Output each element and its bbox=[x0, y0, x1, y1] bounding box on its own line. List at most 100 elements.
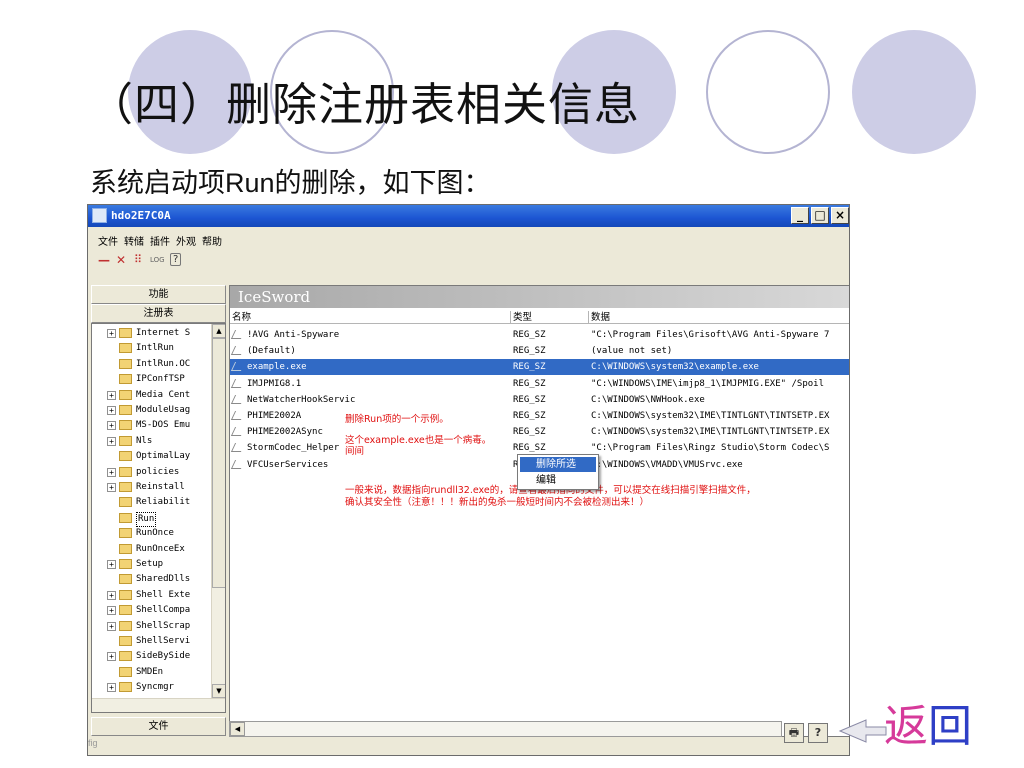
close-button[interactable]: × bbox=[831, 207, 849, 224]
expand-toggle-icon[interactable]: + bbox=[107, 483, 116, 492]
log-icon[interactable]: LOG bbox=[150, 256, 165, 264]
scroll-left-icon[interactable]: ◀ bbox=[230, 722, 245, 736]
tree-item[interactable]: SMDEn bbox=[92, 666, 212, 679]
menu-appearance[interactable]: 外观 bbox=[176, 233, 196, 248]
tree-item-label: Internet S bbox=[136, 328, 191, 338]
value-name: !AVG Anti-Spyware bbox=[247, 330, 340, 340]
annotation-virus-line2: 间间 bbox=[345, 446, 365, 457]
tree-item[interactable]: + ShellCompa bbox=[92, 604, 212, 617]
scroll-thumb[interactable] bbox=[212, 338, 225, 588]
minimize-button[interactable]: _ bbox=[791, 207, 809, 224]
tree-item[interactable]: + Nls bbox=[92, 435, 212, 448]
expand-toggle-icon[interactable]: + bbox=[107, 467, 116, 477]
minus-icon[interactable]: — bbox=[98, 253, 110, 267]
expand-toggle-icon[interactable]: + bbox=[107, 421, 116, 431]
registry-value-row[interactable]: IMJPMIG8.1 REG_SZ "C:\WINDOWS\IME\imjp8_1\… bbox=[230, 376, 849, 392]
folder-icon bbox=[119, 528, 132, 539]
registry-value-row[interactable]: PHIME2002ASync REG_SZ C:\WINDOWS\system32\… bbox=[230, 424, 849, 440]
window-titlebar[interactable]: hdo2E7C0A _ □ × bbox=[88, 205, 849, 227]
scroll-down-icon[interactable]: ▼ bbox=[212, 684, 225, 698]
column-type-header[interactable]: 类型 bbox=[511, 311, 589, 324]
tree-item[interactable]: Run bbox=[92, 511, 212, 527]
grid-icon[interactable]: ⠿ bbox=[134, 253, 142, 266]
tree-item[interactable]: OptimalLay bbox=[92, 450, 212, 463]
reg-value-icon bbox=[230, 394, 246, 404]
decor-circle-5 bbox=[852, 30, 976, 154]
menu-help[interactable]: 帮助 bbox=[202, 233, 222, 248]
value-name: NetWatcherHookServic bbox=[247, 394, 356, 405]
context-edit[interactable]: 编辑 bbox=[520, 473, 596, 488]
registry-button[interactable]: 注册表 bbox=[91, 304, 226, 323]
value-data: C:\WINDOWS\system32\IME\TINTLGNT\TINTSET… bbox=[591, 411, 830, 421]
status-help-icon[interactable]: ? bbox=[808, 723, 828, 743]
tree-item[interactable]: RunOnceEx bbox=[92, 543, 212, 556]
registry-value-row[interactable]: PHIME2002A REG_SZ C:\WINDOWS\system32\IME\… bbox=[230, 408, 849, 424]
tree-hscrollbar[interactable] bbox=[92, 698, 225, 712]
expand-toggle-icon[interactable]: + bbox=[107, 560, 116, 569]
app-icon bbox=[92, 208, 107, 223]
reg-value-icon bbox=[230, 427, 246, 437]
expand-toggle-icon[interactable]: + bbox=[107, 606, 116, 616]
delete-icon[interactable]: ✕ bbox=[116, 253, 126, 267]
tree-item[interactable]: + Internet S bbox=[92, 327, 212, 340]
value-name: VFCUserServices bbox=[247, 459, 329, 470]
functions-button[interactable]: 功能 bbox=[91, 285, 226, 304]
menu-file[interactable]: 文件 bbox=[98, 233, 118, 248]
expand-toggle-icon[interactable]: + bbox=[107, 436, 116, 446]
value-type: REG_SZ bbox=[513, 330, 546, 340]
registry-value-row[interactable]: example.exe REG_SZ C:\WINDOWS\system32\exa… bbox=[230, 359, 849, 376]
tree-item[interactable]: + Syncmgr bbox=[92, 681, 212, 694]
column-data-header[interactable]: 数据 bbox=[589, 311, 849, 324]
tree-item[interactable]: + ShellScrap bbox=[92, 620, 212, 633]
value-name: (Default) bbox=[247, 346, 296, 357]
tree-item[interactable]: ShellServi bbox=[92, 635, 212, 648]
tree-item-label: Media Cent bbox=[136, 389, 191, 400]
tree-item[interactable]: IntlRun bbox=[92, 342, 212, 355]
registry-value-row[interactable]: !AVG Anti-Spyware REG_SZ "C:\Program Files… bbox=[230, 327, 849, 343]
registry-value-row[interactable]: (Default) REG_SZ (value not set) bbox=[230, 343, 849, 359]
tree-item[interactable]: Reliabilit bbox=[92, 496, 212, 509]
tree-item[interactable]: + Setup bbox=[92, 558, 212, 571]
tree-item[interactable]: + Media Cent bbox=[92, 389, 212, 402]
tree-item[interactable]: + ModuleUsag bbox=[92, 404, 212, 417]
registry-value-row[interactable]: NetWatcherHookServic REG_SZ C:\WINDOWS\NWH… bbox=[230, 392, 849, 408]
value-data: (value not set) bbox=[591, 346, 673, 357]
expand-toggle-icon[interactable]: + bbox=[107, 390, 116, 400]
menu-plugins[interactable]: 插件 bbox=[150, 233, 170, 248]
subtitle-prefix: 系统启动项 bbox=[90, 168, 225, 199]
expand-toggle-icon[interactable]: + bbox=[107, 683, 116, 693]
tree-item[interactable]: + SideBySide bbox=[92, 650, 212, 663]
tree-item-label: RunOnceEx bbox=[136, 543, 185, 554]
folder-icon bbox=[119, 636, 132, 646]
tree-item[interactable]: + MS-DOS Emu bbox=[92, 419, 212, 432]
expand-toggle-icon[interactable]: + bbox=[107, 652, 116, 662]
tree-item-label: ShellScrap bbox=[136, 620, 191, 631]
expand-toggle-icon[interactable]: + bbox=[107, 590, 116, 600]
tree-item[interactable]: IntlRun.OC bbox=[92, 358, 212, 371]
tree-item[interactable]: IPConfTSP bbox=[92, 373, 212, 386]
tree-item[interactable]: + Shell Exte bbox=[92, 589, 212, 602]
folder-icon bbox=[119, 358, 132, 369]
printer-icon[interactable]: 🖶 bbox=[784, 723, 804, 743]
tree-item-label: Syncmgr bbox=[136, 682, 174, 693]
expand-toggle-icon[interactable]: + bbox=[107, 329, 116, 338]
column-name-header[interactable]: 名称 bbox=[230, 311, 511, 324]
tree-item[interactable]: SharedDlls bbox=[92, 573, 212, 586]
expand-toggle-icon[interactable]: + bbox=[107, 406, 116, 415]
expand-toggle-icon[interactable]: + bbox=[107, 621, 116, 631]
folder-icon bbox=[119, 374, 132, 385]
scroll-up-icon[interactable]: ▲ bbox=[212, 324, 225, 338]
back-char-2: 回 bbox=[928, 701, 972, 752]
menu-dump[interactable]: 转储 bbox=[124, 233, 144, 248]
tree-vscrollbar[interactable]: ▲ ▼ bbox=[211, 324, 225, 712]
back-link[interactable]: 返回 bbox=[884, 702, 972, 752]
file-button[interactable]: 文件 bbox=[91, 717, 226, 736]
tree-item[interactable]: + policies bbox=[92, 466, 212, 479]
reg-value-icon bbox=[230, 362, 246, 372]
tree-item[interactable]: RunOnce bbox=[92, 527, 212, 540]
context-delete-selected[interactable]: 删除所选 bbox=[520, 457, 596, 472]
maximize-button[interactable]: □ bbox=[811, 207, 829, 224]
tree-item[interactable]: + Reinstall bbox=[92, 481, 212, 494]
values-hscrollbar[interactable]: ◀ bbox=[229, 721, 782, 737]
help-icon[interactable]: ? bbox=[170, 253, 182, 266]
